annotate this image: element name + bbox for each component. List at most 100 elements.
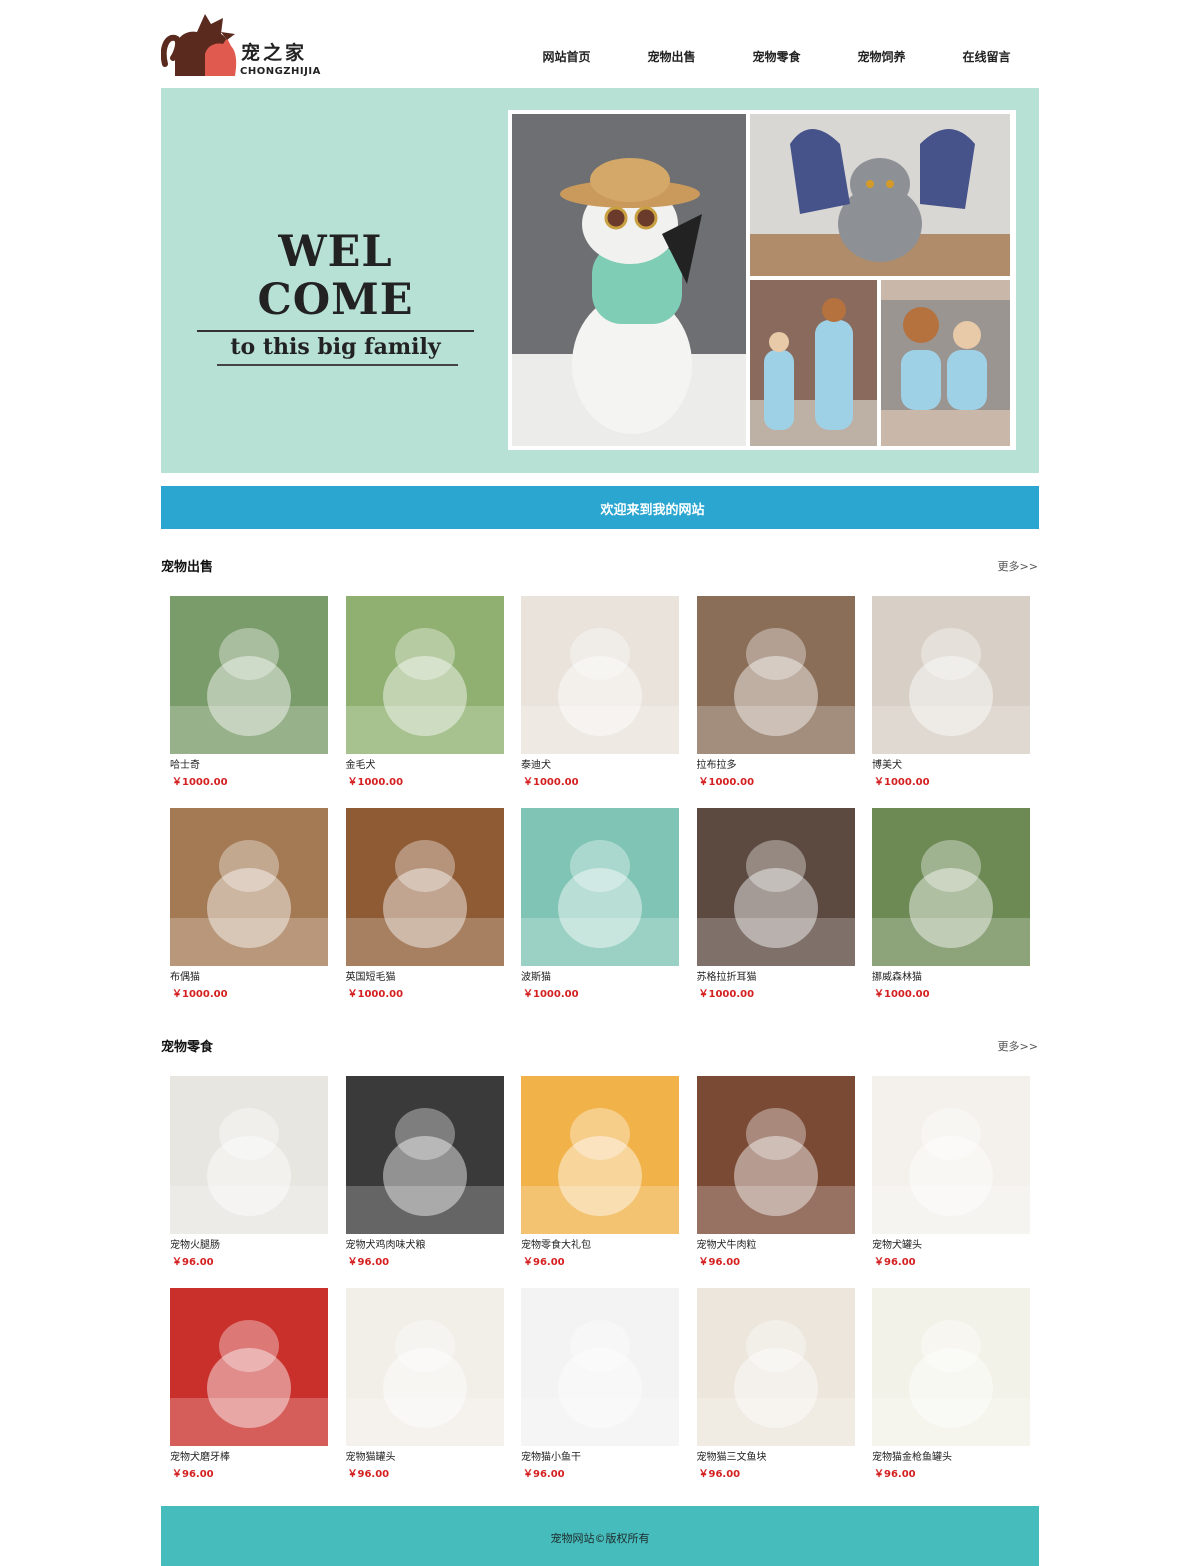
nav-item-home[interactable]: 网站首页: [514, 48, 619, 65]
product-photo[interactable]: [696, 808, 855, 966]
site-header: 宠之家 CHONGZHIJIA 网站首页 宠物出售 宠物零食 宠物饲养 在线留言: [161, 0, 1039, 88]
product-card[interactable]: 挪威森林猫 ￥1000.00: [872, 808, 1030, 1000]
product-card[interactable]: 哈士奇 ￥1000.00: [170, 596, 328, 788]
product-price: ￥1000.00: [698, 777, 755, 788]
product-card[interactable]: 波斯猫 ￥1000.00: [521, 808, 679, 1000]
product-price: ￥96.00: [874, 1257, 916, 1268]
welcome-divider: [197, 330, 474, 332]
nav-item-pet-snacks[interactable]: 宠物零食: [724, 48, 829, 65]
product-name[interactable]: 哈士奇: [170, 756, 200, 771]
product-card[interactable]: 宠物火腿肠 ￥96.00: [170, 1076, 328, 1268]
product-card[interactable]: 宠物犬罐头 ￥96.00: [872, 1076, 1030, 1268]
nav-item-guestbook[interactable]: 在线留言: [934, 48, 1039, 65]
product-name[interactable]: 宠物犬罐头: [872, 1236, 922, 1251]
product-card[interactable]: 宠物零食大礼包 ￥96.00: [521, 1076, 679, 1268]
product-price: ￥1000.00: [523, 989, 579, 1000]
pet-snacks-more-link[interactable]: 更多>>: [998, 1038, 1038, 1054]
product-card[interactable]: 宠物猫小鱼干 ￥96.00: [521, 1288, 679, 1480]
product-price: ￥1000.00: [347, 989, 404, 1000]
product-card[interactable]: 宠物犬牛肉粒 ￥96.00: [696, 1076, 855, 1268]
product-name[interactable]: 宠物猫三文鱼块: [697, 1448, 767, 1463]
product-name[interactable]: 布偶猫: [170, 968, 200, 983]
product-photo[interactable]: [521, 1076, 679, 1234]
product-name[interactable]: 波斯猫: [521, 968, 551, 983]
product-photo[interactable]: [170, 1288, 328, 1446]
product-name[interactable]: 博美犬: [872, 756, 902, 771]
product-name[interactable]: 挪威森林猫: [872, 968, 922, 983]
product-card[interactable]: 金毛犬 ￥1000.00: [345, 596, 504, 788]
logo-name-en: CHONGZHIJIA: [240, 66, 321, 77]
product-card[interactable]: 宠物猫金枪鱼罐头 ￥96.00: [872, 1288, 1030, 1480]
product-photo[interactable]: [170, 596, 328, 754]
product-photo[interactable]: [696, 1076, 855, 1234]
product-photo[interactable]: [345, 808, 504, 966]
product-name[interactable]: 泰迪犬: [521, 756, 551, 771]
product-name[interactable]: 英国短毛猫: [346, 968, 396, 983]
product-price: ￥1000.00: [874, 777, 930, 788]
product-photo[interactable]: [872, 808, 1030, 966]
product-name[interactable]: 拉布拉多: [697, 756, 737, 771]
product-photo[interactable]: [872, 1076, 1030, 1234]
product-card[interactable]: 英国短毛猫 ￥1000.00: [345, 808, 504, 1000]
cat-with-hat-photo: [512, 114, 746, 446]
dog-cat-logo-icon: [161, 14, 237, 76]
product-name[interactable]: 宠物犬磨牙棒: [170, 1448, 230, 1463]
product-photo[interactable]: [170, 808, 328, 966]
product-name[interactable]: 宠物猫罐头: [346, 1448, 396, 1463]
product-name[interactable]: 金毛犬: [346, 756, 376, 771]
nav-item-pet-care[interactable]: 宠物饲养: [829, 48, 934, 65]
logo-name-cn: 宠之家: [241, 42, 308, 64]
product-price: ￥1000.00: [347, 777, 404, 788]
hero-banner: WEL COME to this big family: [161, 88, 1039, 473]
product-card[interactable]: 博美犬 ￥1000.00: [872, 596, 1030, 788]
product-card[interactable]: 宠物犬鸡肉味犬粮 ￥96.00: [345, 1076, 504, 1268]
product-photo[interactable]: [521, 596, 679, 754]
product-photo[interactable]: [170, 1076, 328, 1234]
nav-item-pet-sale[interactable]: 宠物出售: [619, 48, 724, 65]
product-price: ￥1000.00: [523, 777, 579, 788]
pet-snacks-title: 宠物零食: [161, 1040, 214, 1055]
product-card[interactable]: 泰迪犬 ￥1000.00: [521, 596, 679, 788]
welcome-text-block: WEL COME to this big family: [193, 228, 478, 366]
product-price: ￥96.00: [874, 1469, 916, 1480]
pet-sale-grid: 哈士奇 ￥1000.00 金毛犬 ￥1000.00 泰迪犬 ￥1000.00 拉布拉多 ￥10…: [161, 596, 1039, 1000]
product-photo[interactable]: [345, 1076, 504, 1234]
product-card[interactable]: 宠物猫罐头 ￥96.00: [345, 1288, 504, 1480]
product-name[interactable]: 苏格拉折耳猫: [697, 968, 757, 983]
pet-sale-title: 宠物出售: [161, 560, 214, 575]
grey-cat-photo: [750, 114, 1010, 276]
product-name[interactable]: 宠物犬鸡肉味犬粮: [346, 1236, 426, 1251]
product-price: ￥1000.00: [172, 989, 228, 1000]
product-name[interactable]: 宠物火腿肠: [170, 1236, 220, 1251]
product-photo[interactable]: [872, 596, 1030, 754]
product-photo[interactable]: [872, 1288, 1030, 1446]
product-photo[interactable]: [345, 1288, 504, 1446]
product-name[interactable]: 宠物犬牛肉粒: [697, 1236, 757, 1251]
site-footer: 宠物网站©版权所有: [161, 1506, 1039, 1566]
welcome-bar-text: 欢迎来到我的网站: [600, 503, 705, 518]
product-photo[interactable]: [521, 1288, 679, 1446]
product-card[interactable]: 拉布拉多 ￥1000.00: [696, 596, 855, 788]
pet-sale-more-link[interactable]: 更多>>: [998, 558, 1038, 574]
pet-snacks-grid: 宠物火腿肠 ￥96.00 宠物犬鸡肉味犬粮 ￥96.00 宠物零食大礼包 ￥96.00 宠物…: [161, 1076, 1039, 1480]
welcome-underline: [217, 364, 458, 366]
copyright-text: 宠物网站©版权所有: [550, 1532, 650, 1545]
product-photo[interactable]: [345, 596, 504, 754]
product-photo[interactable]: [696, 596, 855, 754]
site-logo[interactable]: 宠之家 CHONGZHIJIA: [161, 8, 331, 78]
product-name[interactable]: 宠物零食大礼包: [521, 1236, 591, 1251]
product-photo[interactable]: [696, 1288, 855, 1446]
product-card[interactable]: 苏格拉折耳猫 ￥1000.00: [696, 808, 855, 1000]
product-card[interactable]: 布偶猫 ￥1000.00: [170, 808, 328, 1000]
product-price: ￥96.00: [347, 1257, 390, 1268]
product-card[interactable]: 宠物猫三文鱼块 ￥96.00: [696, 1288, 855, 1480]
kid-and-dog-photo-left: [750, 280, 877, 446]
product-price: ￥1000.00: [172, 777, 228, 788]
product-name[interactable]: 宠物猫小鱼干: [521, 1448, 581, 1463]
product-photo[interactable]: [521, 808, 679, 966]
product-price: ￥1000.00: [874, 989, 930, 1000]
product-card[interactable]: 宠物犬磨牙棒 ￥96.00: [170, 1288, 328, 1480]
product-name[interactable]: 宠物猫金枪鱼罐头: [872, 1448, 952, 1463]
product-price: ￥96.00: [172, 1257, 214, 1268]
pet-sale-header: 宠物出售 更多>>: [161, 556, 1039, 578]
